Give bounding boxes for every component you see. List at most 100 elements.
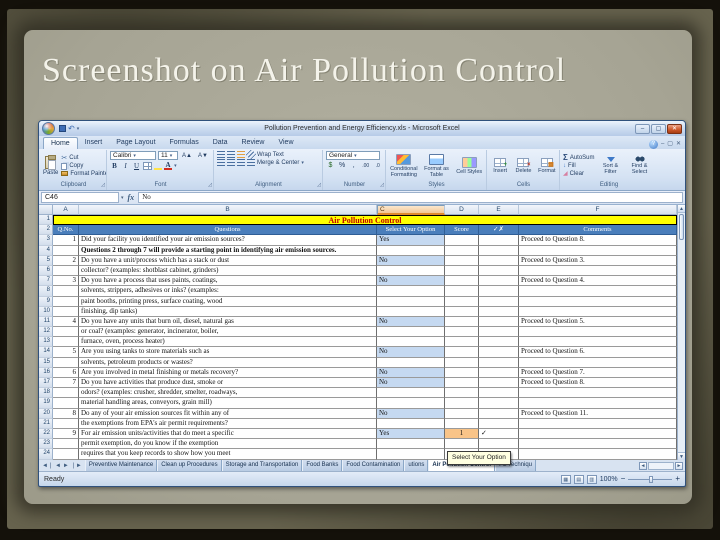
question-cell[interactable]: finishing, dip tanks): [79, 306, 377, 317]
row-number[interactable]: 15: [39, 357, 53, 368]
comment-cell[interactable]: [519, 398, 677, 409]
tab-data[interactable]: Data: [206, 137, 235, 149]
align-right-icon[interactable]: [237, 159, 245, 166]
column-header-b[interactable]: B: [79, 205, 377, 215]
option-cell[interactable]: No: [377, 367, 445, 378]
score-cell[interactable]: [445, 255, 479, 266]
score-cell[interactable]: [445, 296, 479, 307]
dialog-launcher-icon[interactable]: ◿: [317, 181, 321, 189]
row-number[interactable]: 14: [39, 347, 53, 358]
format-as-table-button[interactable]: Format as Table: [422, 153, 452, 178]
row-number[interactable]: 4: [39, 245, 53, 256]
h-scroll-track[interactable]: [648, 461, 674, 470]
align-top-icon[interactable]: [217, 151, 225, 158]
scroll-right-icon[interactable]: ►: [675, 461, 683, 470]
score-cell[interactable]: [445, 408, 479, 419]
row-number[interactable]: 16: [39, 367, 53, 378]
qno-cell[interactable]: 6: [53, 367, 79, 378]
paste-button[interactable]: Paste: [43, 154, 58, 176]
comment-cell[interactable]: [519, 388, 677, 399]
score-cell[interactable]: [445, 286, 479, 297]
row-number[interactable]: 3: [39, 235, 53, 246]
question-cell[interactable]: the exemptions from EPA's air permit req…: [79, 418, 377, 429]
scrollbar-thumb[interactable]: [679, 214, 684, 240]
question-cell[interactable]: Do you have a process that uses paints, …: [79, 276, 377, 287]
qno-cell[interactable]: 7: [53, 378, 79, 389]
align-left-icon[interactable]: [217, 159, 225, 166]
tab-insert[interactable]: Insert: [78, 137, 110, 149]
increase-decimal-button[interactable]: .00: [360, 161, 371, 170]
check-cell[interactable]: [479, 235, 519, 246]
qno-cell[interactable]: 5: [53, 347, 79, 358]
row-number[interactable]: 13: [39, 337, 53, 348]
qno-cell[interactable]: [53, 357, 79, 368]
check-cell[interactable]: [479, 388, 519, 399]
tab-review[interactable]: Review: [235, 137, 272, 149]
scroll-down-icon[interactable]: ▼: [678, 452, 685, 460]
select-all-corner[interactable]: [39, 205, 53, 215]
format-cells-button[interactable]: ▦ Format: [537, 157, 557, 174]
header-comments[interactable]: Comments: [519, 225, 677, 236]
score-cell[interactable]: [445, 265, 479, 277]
option-cell[interactable]: [377, 388, 445, 399]
option-cell[interactable]: [377, 286, 445, 297]
check-cell[interactable]: [479, 276, 519, 287]
question-cell[interactable]: Did your facility you identified your ai…: [79, 235, 377, 246]
comment-cell[interactable]: [519, 296, 677, 307]
font-color-button[interactable]: A: [164, 161, 173, 170]
decrease-decimal-button[interactable]: .0: [373, 161, 382, 170]
comment-cell[interactable]: Proceed to Question 5.: [519, 316, 677, 328]
question-cell[interactable]: Are you involved in metal finishing or m…: [79, 367, 377, 378]
option-cell[interactable]: [377, 337, 445, 348]
first-sheet-icon[interactable]: ◄❘: [42, 462, 53, 469]
sort-filter-button[interactable]: Sort & Filter: [598, 156, 624, 175]
option-cell[interactable]: No: [377, 276, 445, 287]
comment-cell[interactable]: Proceed to Question 11.: [519, 408, 677, 419]
row-number[interactable]: 10: [39, 306, 53, 317]
currency-button[interactable]: $: [326, 161, 335, 170]
comment-cell[interactable]: [519, 337, 677, 348]
option-cell[interactable]: No: [377, 378, 445, 389]
cell-styles-button[interactable]: Cell Styles: [454, 156, 484, 175]
align-bottom-icon[interactable]: [237, 151, 245, 158]
comma-button[interactable]: ,: [349, 161, 358, 170]
score-cell[interactable]: [445, 398, 479, 409]
header-option[interactable]: Select Your Option: [377, 225, 445, 236]
qno-cell[interactable]: 8: [53, 408, 79, 419]
doc-restore-icon[interactable]: ▢: [667, 140, 673, 149]
undo-icon[interactable]: ↶: [68, 125, 75, 133]
qat-dropdown-icon[interactable]: ▾: [77, 126, 80, 132]
fill-color-button[interactable]: [154, 162, 163, 170]
comment-cell[interactable]: [519, 439, 677, 450]
page-layout-view-icon[interactable]: ▤: [573, 474, 584, 484]
tab-page-layout[interactable]: Page Layout: [109, 137, 162, 149]
comment-cell[interactable]: [519, 418, 677, 429]
normal-view-icon[interactable]: ▦: [560, 474, 571, 484]
qno-cell[interactable]: [53, 296, 79, 307]
option-cell[interactable]: [377, 449, 445, 460]
row-number[interactable]: 24: [39, 449, 53, 460]
comment-cell[interactable]: Proceed to Question 8.: [519, 235, 677, 246]
banner-cell[interactable]: Air Pollution Control: [53, 215, 677, 226]
question-cell[interactable]: Do any of your air emission sources fit …: [79, 408, 377, 419]
number-format-select[interactable]: General ▾: [326, 151, 380, 160]
question-cell[interactable]: Are you using tanks to store materials s…: [79, 347, 377, 358]
option-cell[interactable]: Yes: [377, 428, 445, 440]
row-number[interactable]: 17: [39, 378, 53, 389]
score-cell[interactable]: [445, 235, 479, 246]
question-cell[interactable]: permit exemption, do you know if the exe…: [79, 439, 377, 450]
score-cell[interactable]: [445, 378, 479, 389]
question-cell[interactable]: Do you have a unit/process which has a s…: [79, 255, 377, 266]
doc-close-icon[interactable]: ✕: [676, 140, 681, 149]
close-button[interactable]: ✕: [667, 123, 682, 134]
option-cell[interactable]: No: [377, 316, 445, 328]
conditional-formatting-button[interactable]: Conditional Formatting: [389, 153, 419, 178]
sheet-tab[interactable]: Preventive Maintenance: [84, 460, 158, 471]
row-number[interactable]: 21: [39, 418, 53, 429]
merge-center-button[interactable]: Merge & Center: [257, 160, 299, 166]
vertical-scrollbar[interactable]: ▲ ▼: [677, 205, 685, 460]
option-cell[interactable]: No: [377, 408, 445, 419]
autosum-button[interactable]: Σ AutoSum: [563, 154, 595, 162]
qno-cell[interactable]: 2: [53, 255, 79, 266]
column-header-f[interactable]: F: [519, 205, 677, 215]
